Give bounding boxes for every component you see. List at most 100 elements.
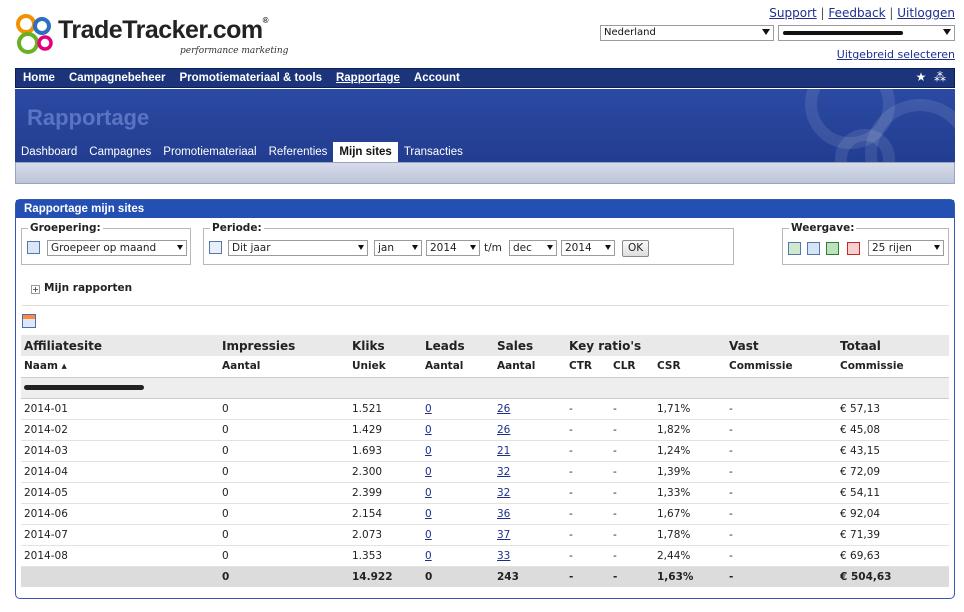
rows-per-page-select[interactable]: 25 rijen	[868, 240, 944, 256]
subhead[interactable]: Aantal	[422, 356, 494, 378]
from-year-select[interactable]: 2014	[426, 240, 480, 256]
star-icon[interactable]: ★	[916, 70, 927, 84]
view-box: Weergave: 25 rijen	[782, 222, 949, 265]
main-navigation: Home Campagnebeheer Promotiemateriaal & …	[15, 68, 955, 88]
leads-link[interactable]: 0	[425, 529, 432, 541]
country-select-value: Nederland	[604, 27, 656, 38]
sales-link[interactable]: 33	[497, 550, 510, 562]
leads-link[interactable]: 0	[425, 445, 432, 457]
table-cell: 21	[494, 440, 566, 462]
table-cell: € 45,08	[837, 419, 949, 441]
sort-by-name[interactable]: Naam ▴	[21, 356, 219, 378]
subhead[interactable]: Commissie	[726, 356, 837, 378]
sales-link[interactable]: 32	[497, 466, 510, 478]
site-name-cell[interactable]	[21, 377, 949, 399]
chevron-down-icon	[358, 245, 364, 250]
grouping-select[interactable]: Groepeer op maand	[47, 240, 187, 256]
nav-promotional-material[interactable]: Promotiemateriaal & tools	[172, 69, 329, 87]
country-select[interactable]: Nederland	[600, 25, 774, 41]
calendar-icon[interactable]	[209, 241, 222, 254]
rows-per-page-value: 25 rijen	[872, 242, 912, 254]
feedback-link[interactable]: Feedback	[828, 6, 885, 20]
table-row: 2014-04 0 2.300 0 32- -1,39% - € 72,09	[21, 461, 949, 483]
nav-campaign-management[interactable]: Campagnebeheer	[62, 69, 173, 87]
sales-link[interactable]: 32	[497, 487, 510, 499]
subhead[interactable]: CTR	[566, 356, 610, 378]
tab-transactions[interactable]: Transacties	[398, 142, 469, 162]
nav-account[interactable]: Account	[407, 69, 467, 87]
leads-link[interactable]: 0	[425, 403, 432, 415]
table-cell: 2014-06	[21, 503, 219, 525]
chevron-down-icon	[762, 29, 770, 35]
table-cell: -	[610, 503, 654, 525]
sales-link[interactable]: 26	[497, 424, 510, 436]
subhead[interactable]: CLR	[610, 356, 654, 378]
to-month-select[interactable]: dec	[509, 240, 557, 256]
chevron-down-icon	[177, 245, 183, 250]
table-cell: -	[566, 503, 610, 525]
from-year-value: 2014	[430, 242, 457, 254]
table-cell: -	[726, 545, 837, 567]
to-year-select[interactable]: 2014	[561, 240, 615, 256]
print-icon[interactable]	[807, 242, 820, 255]
subhead[interactable]: Aantal	[219, 356, 349, 378]
leads-link[interactable]: 0	[425, 424, 432, 436]
export-icon[interactable]	[788, 242, 801, 255]
table-cell: -	[610, 545, 654, 567]
pdf-icon[interactable]	[847, 242, 860, 255]
period-range-value: Dit jaar	[232, 242, 271, 254]
group-header-row: Affiliatesite Impressies Kliks Leads Sal…	[21, 335, 949, 356]
tab-my-sites[interactable]: Mijn sites	[333, 142, 398, 162]
tab-dashboard[interactable]: Dashboard	[15, 142, 83, 162]
sales-link[interactable]: 26	[497, 403, 510, 415]
sales-link[interactable]: 21	[497, 445, 510, 457]
tab-campaigns[interactable]: Campagnes	[83, 142, 157, 162]
table-cell: 0	[422, 461, 494, 483]
leads-link[interactable]: 0	[425, 487, 432, 499]
ok-button[interactable]: OK	[622, 240, 650, 257]
advanced-select-link[interactable]: Uitgebreid selecteren	[837, 48, 955, 61]
table-cell: -	[566, 398, 610, 420]
table-cell: -	[566, 524, 610, 546]
table-cell: 1,67%	[654, 503, 726, 525]
nav-reporting[interactable]: Rapportage	[329, 69, 407, 87]
sales-link[interactable]: 37	[497, 529, 510, 541]
table-cell: 2014-07	[21, 524, 219, 546]
excel-icon[interactable]	[826, 242, 839, 255]
table-cell: 1.353	[349, 545, 422, 567]
sitemap-icon[interactable]: ⁂	[934, 70, 946, 84]
leads-link[interactable]: 0	[425, 508, 432, 520]
table-cell: -	[610, 398, 654, 420]
account-select[interactable]	[778, 25, 955, 41]
totals-row: 0 14.922 0 243 - - 1,63% - € 504,63	[21, 565, 949, 587]
tab-referrals[interactable]: Referenties	[263, 142, 334, 162]
table-cell: € 72,09	[837, 461, 949, 483]
leads-link[interactable]: 0	[425, 550, 432, 562]
leads-link[interactable]: 0	[425, 466, 432, 478]
table-cell: -	[610, 419, 654, 441]
subhead[interactable]: CSR	[654, 356, 726, 378]
table-cell: 26	[494, 419, 566, 441]
column-chooser-icon[interactable]	[22, 314, 36, 328]
table-cell: 0	[422, 545, 494, 567]
subhead[interactable]: Uniek	[349, 356, 422, 378]
logout-link[interactable]: Uitloggen	[897, 6, 955, 20]
table-cell: 0	[219, 461, 349, 483]
brand-name: TradeTracker.com	[58, 16, 263, 44]
subhead[interactable]: Commissie	[837, 356, 949, 378]
nav-home[interactable]: Home	[16, 69, 62, 87]
separator: |	[889, 6, 894, 20]
my-reports-toggle[interactable]: + Mijn rapporten	[31, 282, 132, 294]
tradetracker-logo[interactable]: TradeTracker.com® performance marketing	[14, 10, 304, 62]
sub-navigation: Dashboard Campagnes Promotiemateriaal Re…	[15, 142, 469, 162]
sales-link[interactable]: 36	[497, 508, 510, 520]
from-month-select[interactable]: jan	[374, 240, 422, 256]
table-cell: 0	[219, 398, 349, 420]
support-link[interactable]: Support	[769, 6, 816, 20]
table-cell: -	[566, 419, 610, 441]
tab-promotional-material[interactable]: Promotiemateriaal	[157, 142, 262, 162]
divider	[22, 305, 949, 306]
grouping-box: Groepering: Groepeer op maand	[21, 222, 191, 265]
subhead[interactable]: Aantal	[494, 356, 566, 378]
period-range-select[interactable]: Dit jaar	[228, 240, 368, 256]
